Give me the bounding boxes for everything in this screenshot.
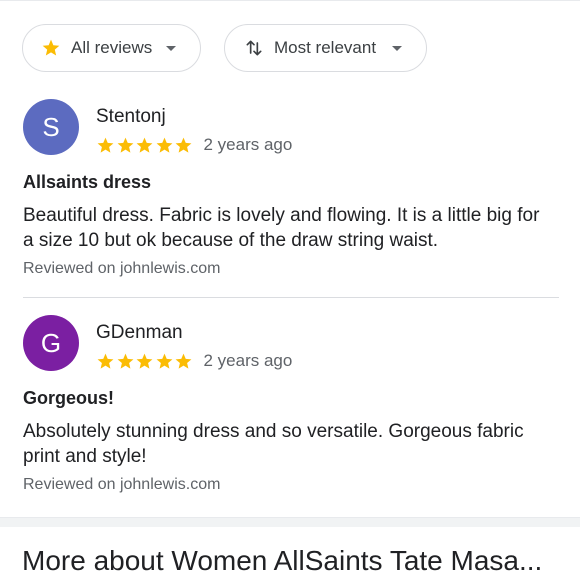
star-icon	[117, 137, 133, 153]
review-source: Reviewed on johnlewis.com	[23, 476, 221, 493]
top-divider	[0, 0, 580, 1]
rating-stars	[96, 352, 194, 371]
star-icon	[156, 353, 172, 369]
review-text: Beautiful dress. Fabric is lovely and fl…	[23, 205, 540, 251]
sort-label: Most relevant	[274, 38, 377, 57]
review-date: 2 years ago	[203, 351, 293, 370]
reviewer-name[interactable]: GDenman	[96, 322, 183, 344]
review-source: Reviewed on johnlewis.com	[23, 260, 221, 277]
star-icon	[97, 137, 114, 153]
more-about-heading: More about Women AllSaints Tate Masa...	[22, 545, 543, 576]
star-rating: 2 years ago	[96, 134, 292, 156]
sort-icon	[244, 38, 264, 58]
star-icon	[136, 137, 153, 153]
star-icon	[136, 353, 153, 369]
all-reviews-filter-button[interactable]: All reviews	[22, 24, 201, 72]
star-icon	[117, 353, 133, 369]
section-separator	[0, 517, 580, 527]
star-icon	[175, 137, 192, 153]
review-text: Absolutely stunning dress and so versati…	[23, 421, 524, 467]
review-title: Allsaints dress	[23, 172, 152, 192]
reviewer-name[interactable]: Stentonj	[96, 106, 166, 128]
review-date: 2 years ago	[203, 135, 293, 154]
star-icon	[41, 38, 61, 58]
star-icon	[175, 353, 192, 369]
star-icon	[156, 137, 172, 153]
avatar[interactable]: S	[23, 99, 79, 155]
chevron-down-icon	[392, 45, 402, 51]
rating-stars	[96, 136, 194, 155]
all-reviews-label: All reviews	[71, 38, 153, 57]
review-divider	[23, 297, 559, 298]
star-rating: 2 years ago	[96, 350, 292, 372]
review-title: Gorgeous!	[23, 388, 115, 408]
star-icon	[97, 353, 114, 369]
avatar[interactable]: G	[23, 315, 79, 371]
chevron-down-icon	[166, 45, 176, 51]
sort-dropdown-button[interactable]: Most relevant	[224, 24, 427, 72]
